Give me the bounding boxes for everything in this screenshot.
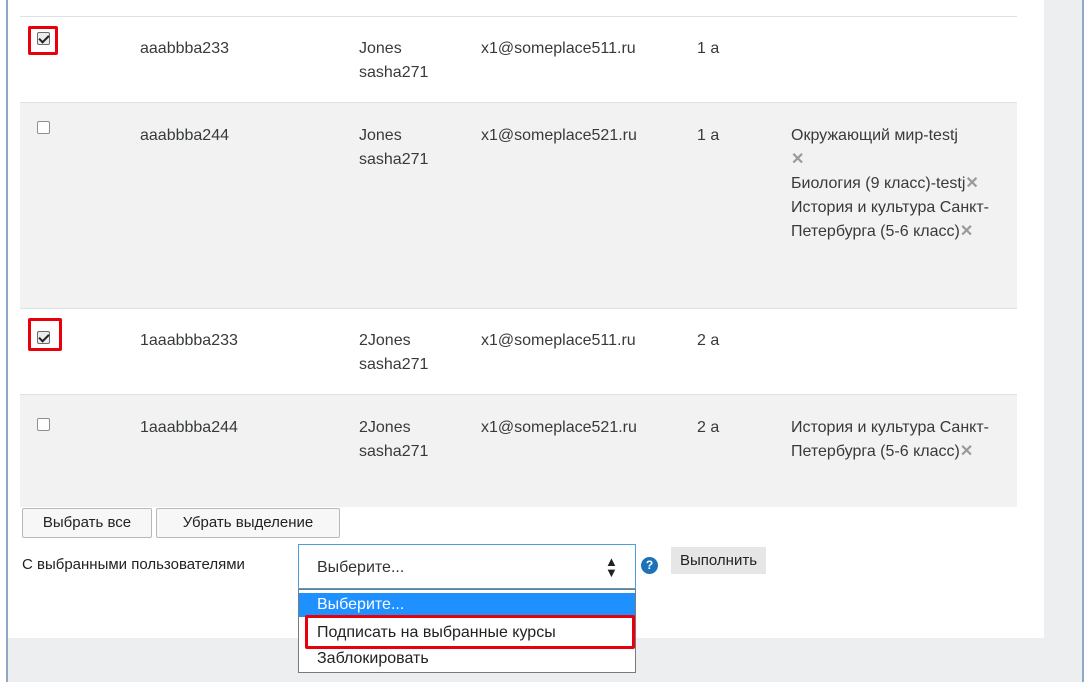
select-all-button[interactable]: Выбрать все	[22, 508, 152, 538]
bulk-action-select[interactable]: Выберите... ▲ ▼	[298, 544, 636, 589]
page-gutter	[1044, 0, 1082, 638]
help-icon[interactable]: ?	[641, 557, 658, 574]
last-name: sasha271	[359, 356, 429, 373]
highlight-box	[28, 318, 62, 351]
first-name: Jones	[359, 40, 402, 57]
class-cell: 2 a	[697, 332, 720, 349]
fullname-cell: Jones sasha271	[359, 124, 459, 172]
username-cell: 1aaabbba244	[140, 419, 238, 436]
sort-arrows-icon: ▲ ▼	[605, 554, 618, 580]
first-name: 2Jones	[359, 332, 411, 349]
email-cell: x1@someplace511.ru	[481, 40, 636, 57]
course-item: История и культура Санкт-Петербурга (5-6…	[791, 416, 1013, 464]
table-row: 1aaabbba233 2Jones sasha271 x1@someplace…	[20, 308, 1017, 395]
email-cell: x1@someplace521.ru	[481, 419, 637, 436]
remove-course-icon[interactable]: ✕	[965, 175, 978, 192]
class-cell: 1 a	[697, 40, 720, 57]
course-item: Биология (9 класс)-testj✕	[791, 172, 1013, 196]
class-cell: 2 a	[697, 419, 720, 436]
courses-cell: История и культура Санкт-Петербурга (5-6…	[791, 416, 1013, 464]
dropdown-option[interactable]: Выберите...	[299, 593, 635, 617]
course-name: Окружающий мир-testj	[791, 127, 958, 144]
highlight-box	[28, 26, 58, 55]
remove-course-icon[interactable]: ✕	[791, 151, 804, 168]
table-row: aaabbba244 Jones sasha271 x1@someplace52…	[20, 102, 1017, 309]
fullname-cell: 2Jones sasha271	[359, 416, 459, 464]
deselect-all-button[interactable]: Убрать выделение	[156, 508, 340, 538]
remove-course-icon[interactable]: ✕	[960, 443, 973, 460]
first-name: Jones	[359, 127, 402, 144]
dropdown-option[interactable]: Заблокировать	[299, 647, 635, 671]
last-name: sasha271	[359, 443, 429, 460]
last-name: sasha271	[359, 64, 429, 81]
remove-course-icon[interactable]: ✕	[960, 223, 973, 240]
highlight-box	[305, 615, 635, 649]
course-item: История и культура Санкт-Петербурга (5-6…	[791, 196, 1013, 244]
class-cell: 1 a	[697, 127, 720, 144]
email-cell: x1@someplace521.ru	[481, 127, 637, 144]
course-name: Биология (9 класс)-testj	[791, 175, 966, 192]
row-select-checkbox[interactable]	[37, 418, 50, 431]
bulk-action-label: С выбранными пользователями	[22, 556, 245, 573]
table-row: aaabbba233 Jones sasha271 x1@someplace51…	[20, 16, 1017, 103]
username-cell: 1aaabbba233	[140, 332, 238, 349]
courses-cell: Окружающий мир-testj ✕ Биология (9 класс)…	[791, 124, 1013, 244]
fullname-cell: Jones sasha271	[359, 37, 459, 85]
email-cell: x1@someplace511.ru	[481, 332, 636, 349]
bulk-action-selected-value: Выберите...	[317, 559, 405, 576]
row-select-checkbox[interactable]	[37, 121, 50, 134]
username-cell: aaabbba244	[140, 127, 229, 144]
fullname-cell: 2Jones sasha271	[359, 329, 459, 377]
last-name: sasha271	[359, 151, 429, 168]
execute-button[interactable]: Выполнить	[671, 547, 767, 574]
username-cell: aaabbba233	[140, 40, 229, 57]
first-name: 2Jones	[359, 419, 411, 436]
table-row: 1aaabbba244 2Jones sasha271 x1@someplace…	[20, 394, 1017, 507]
course-item: Окружающий мир-testj ✕	[791, 124, 1013, 172]
